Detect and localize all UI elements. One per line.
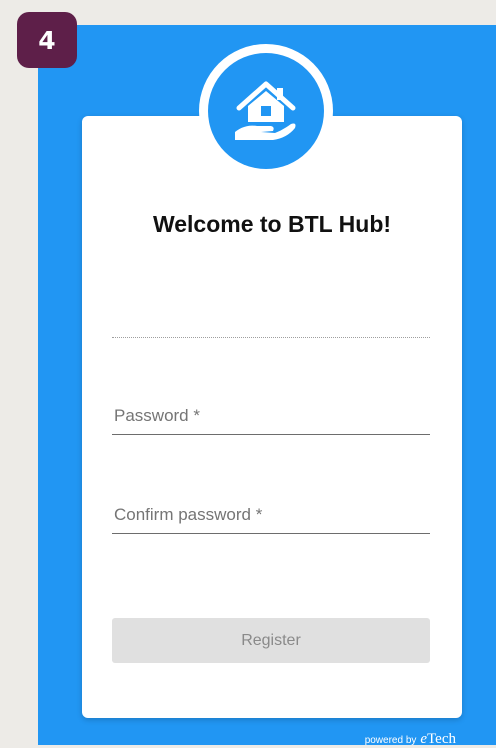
- house-in-hand-icon: [235, 81, 296, 140]
- step-badge: 4: [17, 12, 77, 68]
- step-number: 4: [38, 25, 56, 55]
- password-input[interactable]: [112, 398, 430, 434]
- logo-inner-circle: [208, 53, 324, 169]
- register-card: Welcome to BTL Hub! Register: [82, 116, 462, 718]
- email-field-underline[interactable]: [112, 337, 430, 338]
- register-button[interactable]: Register: [112, 618, 430, 663]
- app-logo: [199, 44, 333, 178]
- page-title: Welcome to BTL Hub!: [152, 211, 392, 237]
- etech-logo: eTech: [420, 731, 456, 748]
- confirm-password-field[interactable]: [112, 497, 430, 534]
- powered-by-footer: powered by eTech: [365, 731, 456, 748]
- password-field[interactable]: [112, 398, 430, 435]
- powered-by-label: powered by: [364, 735, 417, 746]
- confirm-password-input[interactable]: [112, 497, 430, 533]
